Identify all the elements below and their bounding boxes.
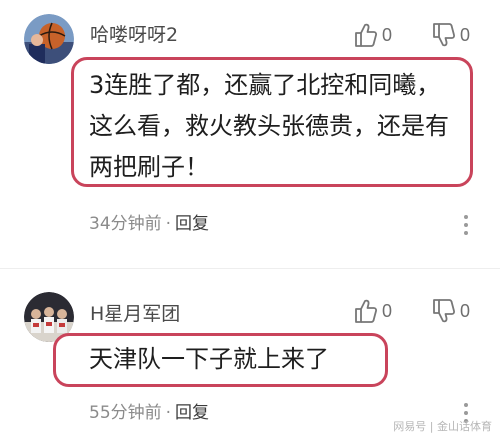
user-avatar[interactable] (24, 14, 74, 64)
comment-timestamp: 34分钟前 (89, 214, 162, 234)
like-button[interactable]: 0 (354, 20, 392, 50)
dislike-button[interactable]: 0 (432, 20, 470, 50)
basketball-player-avatar-icon (24, 14, 74, 64)
comment-text-line: 天津队一下子就上来了 (89, 345, 329, 373)
comment-text-line: 这么看，救火教头张德贵，还是有 (89, 112, 449, 140)
comment-text-line: 两把刷子！ (89, 153, 209, 181)
thumbs-down-icon (433, 299, 456, 323)
comment-divider (0, 268, 500, 269)
meta-separator: · (165, 403, 172, 423)
comment-meta: 34分钟前 · 回复 (89, 213, 209, 235)
thumbs-down-icon (433, 23, 456, 47)
comment-timestamp: 55分钟前 (89, 403, 162, 423)
thumbs-up-icon (355, 23, 378, 47)
watermark: 网易号 | 金山话体育 (393, 420, 492, 433)
comment-username[interactable]: H星月军团 (90, 302, 180, 326)
thumbs-up-icon (355, 299, 378, 323)
more-options-icon[interactable] (455, 213, 477, 237)
dislike-count: 0 (460, 300, 471, 321)
comment-text-line: 3连胜了都，还赢了北控和同曦， (89, 71, 441, 99)
comment-meta: 55分钟前 · 回复 (89, 402, 209, 424)
like-count: 0 (382, 300, 393, 321)
dislike-count: 0 (460, 24, 471, 45)
like-count: 0 (382, 24, 393, 45)
reply-button[interactable]: 回复 (175, 403, 209, 423)
meta-separator: · (165, 214, 172, 234)
reply-button[interactable]: 回复 (175, 214, 209, 234)
comment-username[interactable]: 哈喽呀呀2 (90, 23, 178, 47)
dislike-button[interactable]: 0 (432, 296, 470, 326)
like-button[interactable]: 0 (354, 296, 392, 326)
